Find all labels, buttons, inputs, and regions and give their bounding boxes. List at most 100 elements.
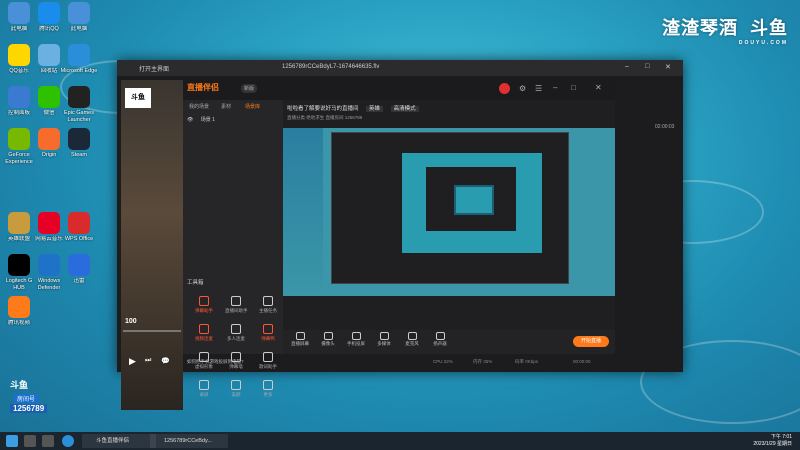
tool-label: 弹幕助手 (195, 308, 213, 313)
tool-icon (199, 380, 209, 390)
tool-button[interactable]: 录屏 (193, 380, 215, 398)
status-mem: 内存 35% (473, 359, 493, 364)
tool-button[interactable]: 视频连麦 (193, 324, 215, 342)
app-logo: 直播伴侣 (187, 83, 219, 92)
tool-button[interactable]: 直播间助手 (225, 296, 248, 314)
status-bar: 如何把手机游戏投屏到电脑? CPU 22% 内存 35% 码率 0Kbps 00… (183, 354, 615, 372)
avatar[interactable] (499, 83, 510, 94)
app-header: 直播伴侣 新版 ⚙ ☰ – □ ✕ (183, 78, 615, 100)
source-label: 麦克风 (405, 341, 419, 346)
tab-materials[interactable]: 素材 (221, 103, 231, 110)
stream-title[interactable]: 啦啦看了解要说好马的直播间 (287, 106, 359, 112)
menu-icon[interactable]: ☰ (535, 84, 542, 93)
tool-label: 美颜 (231, 392, 241, 397)
task-view-icon[interactable] (42, 435, 54, 447)
preview-area: 啦啦看了解要说好马的直播间 英雄 高清模式 直播分类 绝地求生 直播房间 125… (283, 100, 615, 330)
app-icon (38, 254, 60, 276)
version-badge[interactable]: 新版 (241, 84, 258, 93)
source-button[interactable]: 扬声器 (429, 332, 451, 347)
maximize-button[interactable]: □ (645, 63, 649, 70)
minimize-app-icon[interactable]: – (553, 83, 557, 92)
source-icon (407, 332, 417, 340)
live-companion-app: 直播伴侣 新版 ⚙ ☰ – □ ✕ 我的场景 素材 场景库 👁 场景 1 工具箱… (183, 78, 615, 397)
desktop-icon-label: 此电脑 (70, 26, 88, 32)
desktop-icon-label: Microsoft Edge (60, 68, 98, 74)
source-button[interactable]: 麦克风 (401, 332, 423, 347)
app-icon (68, 2, 90, 24)
source-button[interactable]: 摄像头 (317, 332, 339, 347)
title-bar: 打开主界面 1256789rCCeBdyL7-1674646635.flv – … (117, 60, 683, 76)
desktop-icon[interactable]: 此电脑 (60, 2, 98, 40)
source-icon (323, 332, 333, 340)
watermark-main: 渣渣琴酒 (661, 18, 738, 38)
desktop-icon[interactable]: Microsoft Edge (60, 44, 98, 82)
tool-button[interactable]: 美颜 (225, 380, 247, 398)
tool-label: 多人连麦 (227, 336, 245, 341)
desktop-icon-label: 腾讯视频 (7, 320, 30, 326)
edge-icon[interactable] (62, 435, 74, 447)
tab-scene-library[interactable]: 场景库 (245, 103, 260, 110)
tool-icon (199, 324, 209, 334)
close-button[interactable]: ✕ (665, 63, 671, 71)
source-icon (435, 332, 445, 340)
source-icon (351, 332, 361, 340)
live-badge-title: 斗鱼 (10, 380, 29, 390)
close-app-icon[interactable]: ✕ (595, 83, 602, 92)
play-icon[interactable]: ▶ (129, 356, 136, 367)
open-main-link[interactable]: 打开主界面 (139, 64, 169, 73)
taskbar-app-companion[interactable]: 斗鱼直播伴侣 (82, 434, 156, 448)
clock-date: 2023/1/29 星期日 (753, 441, 792, 447)
desktop-icon[interactable]: Steam (60, 128, 98, 166)
live-badge-label: 房间号 (14, 394, 39, 403)
douyu-logo: 斗鱼 (125, 88, 151, 108)
minimize-button[interactable]: – (625, 63, 629, 70)
source-button[interactable]: 直播屏幕 (289, 332, 311, 347)
app-icon (68, 128, 90, 150)
source-label: 摄像头 (321, 341, 335, 346)
right-panel: 02:00:03 (617, 78, 683, 354)
desktop-icon[interactable]: 腾讯视频 (0, 296, 38, 334)
maximize-app-icon[interactable]: □ (571, 83, 576, 92)
desktop-icon[interactable]: Epic Games Launcher (60, 86, 98, 124)
phone-cast-hint[interactable]: 如何把手机游戏投屏到电脑? (187, 359, 244, 365)
tab-my-scenes[interactable]: 我的场景 (189, 103, 209, 110)
tool-button[interactable]: 多人连麦 (225, 324, 247, 342)
tool-button[interactable]: 更多 (257, 380, 279, 398)
start-live-button[interactable]: 开始直播 (573, 336, 609, 347)
player-progress: 100 (125, 318, 137, 325)
source-icon (379, 332, 389, 340)
app-icon (38, 86, 60, 108)
status-cpu: CPU 22% (433, 359, 453, 364)
tool-label: 视频连麦 (195, 336, 213, 341)
preview-desktop-icons (283, 128, 323, 296)
desktop-icon[interactable]: 迅雷 (60, 254, 98, 292)
stream-tag[interactable]: 英雄 (366, 106, 384, 112)
stream-preview-canvas[interactable] (283, 128, 615, 296)
desktop-icon[interactable]: WPS Office (60, 212, 98, 250)
eye-icon[interactable]: 👁 (187, 117, 193, 123)
app-icon (68, 44, 90, 66)
search-icon[interactable] (24, 435, 36, 447)
tool-button[interactable]: 弹幕助手 (193, 296, 215, 314)
quality-select[interactable]: 高清模式 (390, 106, 419, 112)
next-icon[interactable]: ⏭ (145, 357, 151, 365)
tool-button[interactable]: 主播任务 (257, 296, 279, 314)
windows-start-icon[interactable] (6, 435, 18, 447)
scene-item[interactable]: 👁 场景 1 (187, 116, 215, 123)
danmaku-icon[interactable]: 💬 (161, 357, 170, 365)
source-button[interactable]: 多媒体 (373, 332, 395, 347)
taskbar-clock[interactable]: 下午 7:01 2023/1/29 星期日 (753, 434, 792, 448)
source-button[interactable]: 手机投屏 (345, 332, 367, 347)
tool-label: 录屏 (199, 392, 209, 397)
video-progress-track[interactable] (123, 330, 181, 332)
app-icon (68, 254, 90, 276)
taskbar-app-player[interactable]: 1256789rCCeBdy... (150, 434, 228, 448)
tool-button[interactable]: 弹幕鸭 (257, 324, 279, 342)
app-icon (38, 44, 60, 66)
settings-icon[interactable]: ⚙ (519, 84, 526, 93)
clock-time: 下午 7:01 (770, 434, 792, 440)
nested-preview-deep (454, 185, 494, 215)
app-icon (8, 254, 30, 276)
tool-icon (199, 296, 209, 306)
tool-label: 主播任务 (259, 308, 277, 313)
